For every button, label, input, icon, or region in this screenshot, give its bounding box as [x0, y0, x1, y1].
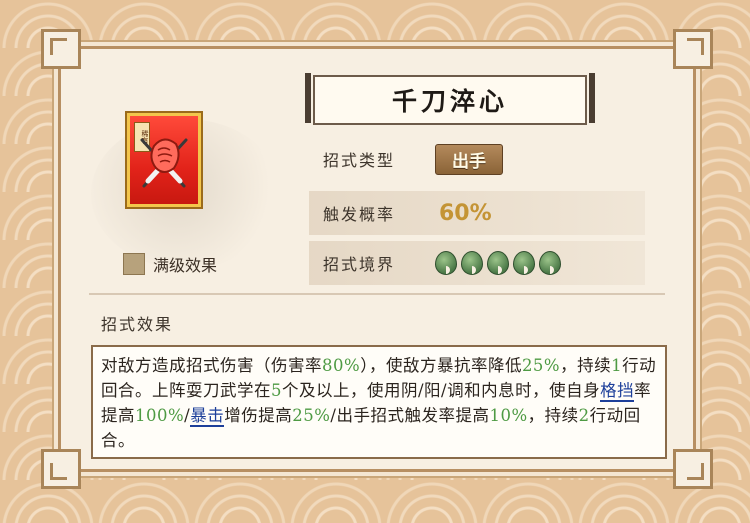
- attr-label: 招式境界: [323, 255, 396, 274]
- max-level-toggle[interactable]: 满级效果: [123, 252, 217, 276]
- skill-title-banner: 千刀淬心: [305, 73, 595, 125]
- realm-level-icon: [435, 251, 457, 275]
- realm-level-indicator: [435, 251, 561, 275]
- realm-level-icon: [487, 251, 509, 275]
- corner-ornament: [41, 449, 81, 489]
- divider: [89, 293, 665, 295]
- realm-level-icon: [539, 251, 561, 275]
- effect-section-title: 招式效果: [101, 315, 174, 334]
- highlight-value: 2: [578, 406, 590, 425]
- attr-label: 招式类型: [323, 151, 396, 170]
- highlight-value: 5: [271, 381, 282, 400]
- highlight-value: 100%: [135, 406, 185, 425]
- effect-text-segment: 对敌方造成招式伤害（伤害率: [101, 356, 322, 375]
- highlight-value: 25%: [521, 356, 561, 375]
- keyword-link[interactable]: 格挡: [600, 381, 635, 402]
- highlight-value: 10%: [489, 406, 528, 425]
- corner-ornament: [673, 449, 713, 489]
- highlight-value: 25%: [292, 406, 331, 425]
- skill-icon[interactable]: 稀有: [127, 113, 201, 207]
- realm-level-icon: [513, 251, 535, 275]
- attr-label: 触发概率: [323, 205, 396, 224]
- effect-text-segment: /出手招式触发率提高: [330, 406, 490, 425]
- keyword-link[interactable]: 暴击: [190, 406, 225, 427]
- max-level-label: 满级效果: [153, 256, 218, 275]
- effect-text-segment: 增伤提高: [224, 406, 293, 425]
- attr-row-type: 招式类型 出手: [309, 137, 645, 181]
- effect-text-segment: 个及以上，使用阴/阳/调和内息时，使自身: [282, 381, 601, 400]
- attr-row-rate: 触发概率 60%: [309, 191, 645, 235]
- corner-ornament: [673, 29, 713, 69]
- highlight-value: 80%: [322, 356, 361, 375]
- max-level-checkbox[interactable]: [123, 253, 145, 275]
- effect-text-segment: ，持续: [527, 406, 579, 425]
- corner-ornament: [41, 29, 81, 69]
- skill-name: 千刀淬心: [391, 87, 508, 116]
- fist-with-blades-icon: [140, 138, 188, 188]
- effect-text-segment: ），使敌方暴抗率降低: [360, 356, 522, 375]
- skill-detail-panel: 稀有 满级效果 千刀淬心 招式类型 出手 触发概率 60% 招式境界 招式效果 …: [41, 29, 713, 489]
- effect-text-segment: ，持续: [560, 356, 612, 375]
- realm-level-icon: [461, 251, 483, 275]
- skill-type-badge: 出手: [435, 143, 503, 175]
- trigger-rate-value: 60%: [439, 200, 492, 226]
- highlight-value: 1: [611, 356, 623, 375]
- attr-row-realm: 招式境界: [309, 241, 645, 285]
- effect-description-box: 对敌方造成招式伤害（伤害率80%），使敌方暴抗率降低25%，持续1行动回合。上阵…: [91, 345, 667, 459]
- effect-description: 对敌方造成招式伤害（伤害率80%），使敌方暴抗率降低25%，持续1行动回合。上阵…: [101, 353, 657, 453]
